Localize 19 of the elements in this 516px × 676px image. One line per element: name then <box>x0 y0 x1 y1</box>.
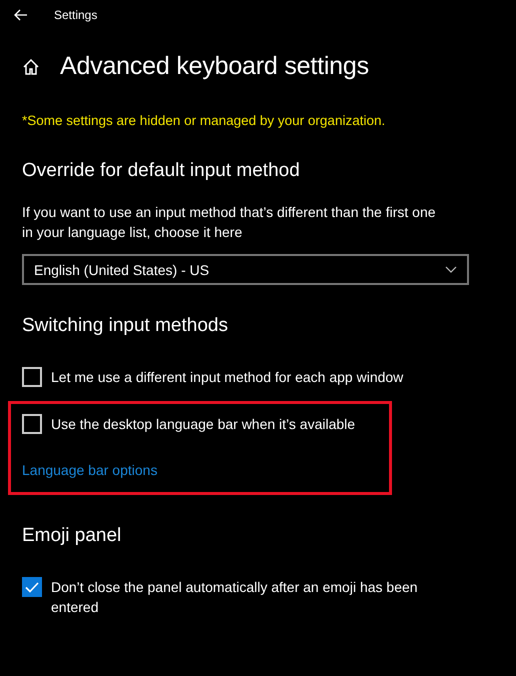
checkbox[interactable] <box>22 367 42 387</box>
checkbox-label: Use the desktop language bar when it’s available <box>51 415 356 434</box>
window-title: Settings <box>54 8 98 22</box>
back-arrow-icon[interactable] <box>14 9 28 21</box>
policy-notice: *Some settings are hidden or managed by your organization. <box>22 113 386 128</box>
input-method-dropdown[interactable]: English (United States) - US <box>22 254 469 285</box>
section-heading: Override for default input method <box>22 160 300 182</box>
home-icon[interactable] <box>22 58 40 76</box>
section-heading: Switching input methods <box>22 315 228 337</box>
checkmark-icon <box>25 582 39 592</box>
checkbox-label: Let me use a different input method for each app window <box>51 368 404 387</box>
checkbox-label: Don’t close the panel automatically after an emoji has been entered <box>51 578 419 617</box>
description-text: If you want to use an input method that’s different than the first one in your language list, choose it here <box>22 203 437 242</box>
checkbox[interactable] <box>22 414 42 434</box>
chevron-down-icon <box>445 266 457 273</box>
section-heading: Emoji panel <box>22 525 122 547</box>
checkbox[interactable] <box>22 577 42 597</box>
language-bar-options-link[interactable]: Language bar options <box>22 462 158 478</box>
page-title: Advanced keyboard settings <box>60 52 369 81</box>
